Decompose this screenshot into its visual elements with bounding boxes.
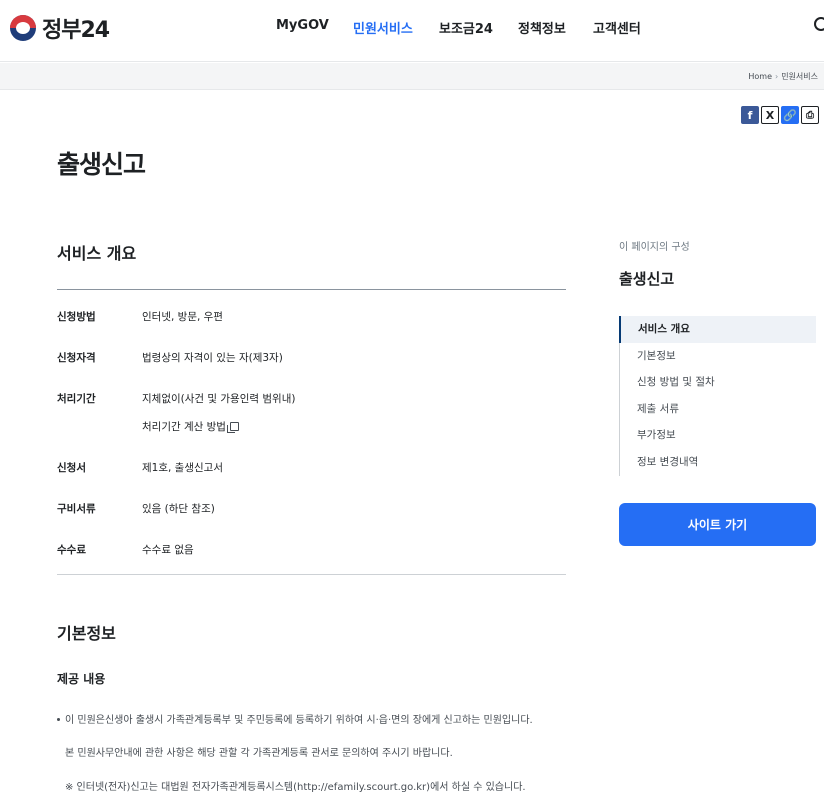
print-icon[interactable]: ⎙ (801, 106, 819, 124)
processing-time-calc-link[interactable]: 처리기간 계산 방법 (142, 419, 239, 434)
row-value-application-form: 제1호, 출생신고서 (142, 462, 223, 474)
toc-item-documents[interactable]: 제출 서류 (620, 396, 816, 423)
nav-civil-services[interactable]: 민원서비스 (353, 18, 413, 37)
toc-item-additional-info[interactable]: 부가정보 (620, 422, 816, 449)
row-label-processing-time: 처리기간 (57, 393, 96, 405)
chevron-right-icon: › (774, 72, 779, 81)
nav-mygov[interactable]: MyGOV (276, 18, 329, 33)
row-value-eligibility: 법령상의 자격이 있는 자(제3자) (142, 352, 283, 364)
breadcrumb-home[interactable]: Home (748, 72, 772, 81)
site-header: 정부24 MyGOV 민원서비스 보조금24 정책정보 고객센터 (0, 0, 824, 62)
row-label-application-form: 신청서 (57, 462, 86, 474)
link-copy-icon[interactable]: 🔗 (781, 106, 799, 124)
row-value-documents: 있음 (하단 참조) (142, 503, 215, 515)
toc-item-basic-info[interactable]: 기본정보 (620, 343, 816, 370)
row-value-fee: 수수료 없음 (142, 544, 194, 556)
toc-item-procedure[interactable]: 신청 방법 및 절차 (620, 369, 816, 396)
toc-caption: 이 페이지의 구성 (619, 242, 690, 253)
row-label-documents: 구비서류 (57, 503, 96, 515)
toc-list: 서비스 개요 기본정보 신청 방법 및 절차 제출 서류 부가정보 정보 변경내… (619, 316, 816, 476)
paragraph: 이 민원은신생아 출생시 가족관계등록부 및 주민등록에 등록하기 위하여 시·… (57, 711, 533, 726)
divider (57, 574, 566, 575)
breadcrumb: Home › 민원서비스 (748, 71, 818, 82)
processing-time-calc-label: 처리기간 계산 방법 (142, 421, 226, 433)
toc-title: 출생신고 (619, 270, 675, 288)
row-label-eligibility: 신청자격 (57, 352, 96, 364)
search-icon[interactable] (814, 17, 824, 31)
main-nav: MyGOV 민원서비스 보조금24 정책정보 고객센터 (0, 18, 824, 38)
bullet-icon (57, 718, 60, 721)
go-to-site-button[interactable]: 사이트 가기 (619, 503, 816, 546)
row-value-method: 인터넷, 방문, 우편 (142, 311, 223, 323)
page-title: 출생신고 (57, 150, 146, 179)
facebook-icon[interactable]: f (741, 106, 759, 124)
subheading-provided-content: 제공 내용 (57, 672, 106, 686)
breadcrumb-bar: Home › 민원서비스 (0, 63, 824, 90)
row-label-method: 신청방법 (57, 311, 96, 323)
nav-customer-center[interactable]: 고객센터 (593, 18, 641, 37)
toc-item-overview[interactable]: 서비스 개요 (619, 316, 816, 343)
row-value-processing-time: 지체없이(사건 및 가용인력 범위내) (142, 393, 296, 405)
share-tools: f X 🔗 ⎙ (741, 106, 819, 124)
paragraph-text: 이 민원은신생아 출생시 가족관계등록부 및 주민등록에 등록하기 위하여 시·… (65, 715, 533, 726)
paragraph: 본 민원사무안내에 관한 사항은 해당 관할 각 가족관계등록 관서로 문의하여… (65, 748, 453, 759)
copy-icon (226, 422, 239, 433)
nav-subsidy24[interactable]: 보조금24 (439, 18, 493, 37)
nav-policy-info[interactable]: 정책정보 (518, 18, 566, 37)
divider (57, 289, 566, 290)
row-label-fee: 수수료 (57, 544, 86, 556)
paragraph: ※ 인터넷(전자)신고는 대법원 전자가족관계등록시스템(http://efam… (65, 782, 526, 793)
toc-item-change-history[interactable]: 정보 변경내역 (620, 449, 816, 476)
section-heading-overview: 서비스 개요 (57, 244, 137, 263)
x-twitter-icon[interactable]: X (761, 106, 779, 124)
section-heading-basic-info: 기본정보 (57, 624, 116, 643)
breadcrumb-current[interactable]: 민원서비스 (781, 72, 818, 81)
